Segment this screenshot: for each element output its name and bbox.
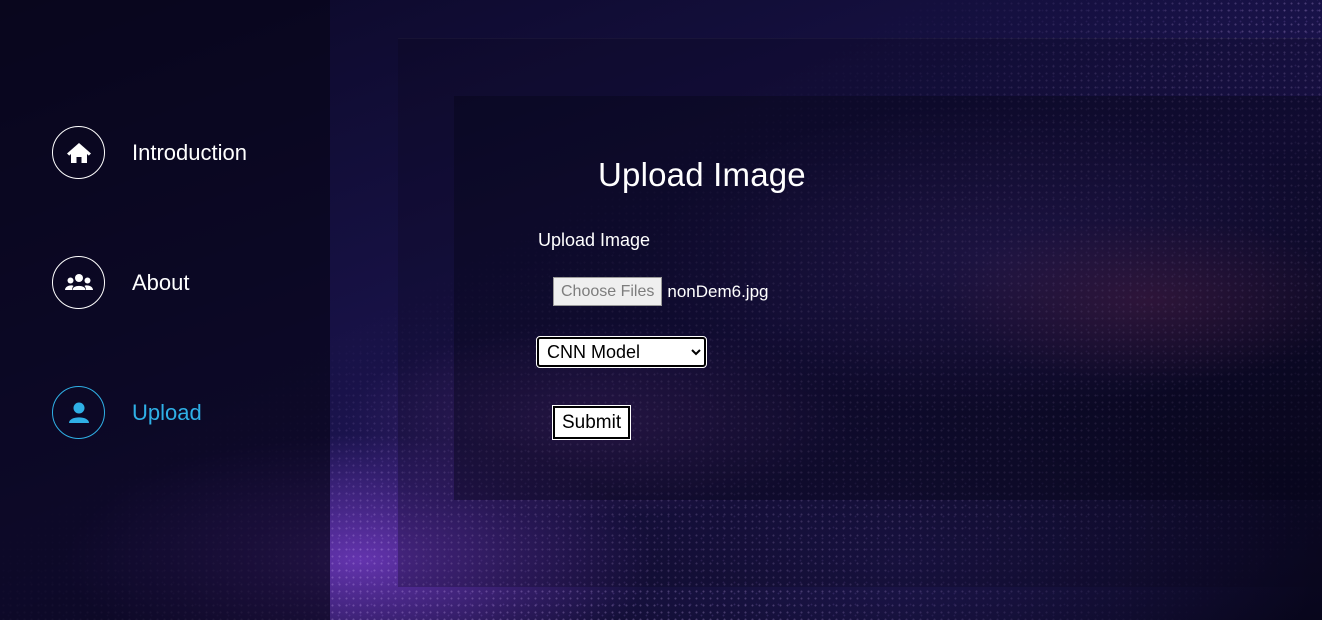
sidebar-item-introduction[interactable]: Introduction <box>52 126 247 179</box>
home-icon <box>52 126 105 179</box>
submit-button[interactable]: Submit <box>551 405 632 440</box>
file-input[interactable]: Choose Files nonDem6.jpg <box>553 277 769 306</box>
sidebar-item-about[interactable]: About <box>52 256 190 309</box>
selected-file-name: nonDem6.jpg <box>667 281 769 301</box>
sidebar-item-label: Introduction <box>132 139 247 165</box>
model-select[interactable]: CNN Model <box>536 336 707 368</box>
user-icon <box>52 386 105 439</box>
sidebar: Introduction About Upload <box>0 0 330 620</box>
sidebar-item-label: Upload <box>132 399 202 425</box>
sidebar-item-label: About <box>132 269 190 295</box>
users-icon <box>52 256 105 309</box>
page-title: Upload Image <box>598 156 806 193</box>
choose-files-button[interactable]: Choose Files <box>553 277 663 306</box>
sidebar-item-upload[interactable]: Upload <box>52 386 202 439</box>
upload-label: Upload Image <box>538 230 651 250</box>
